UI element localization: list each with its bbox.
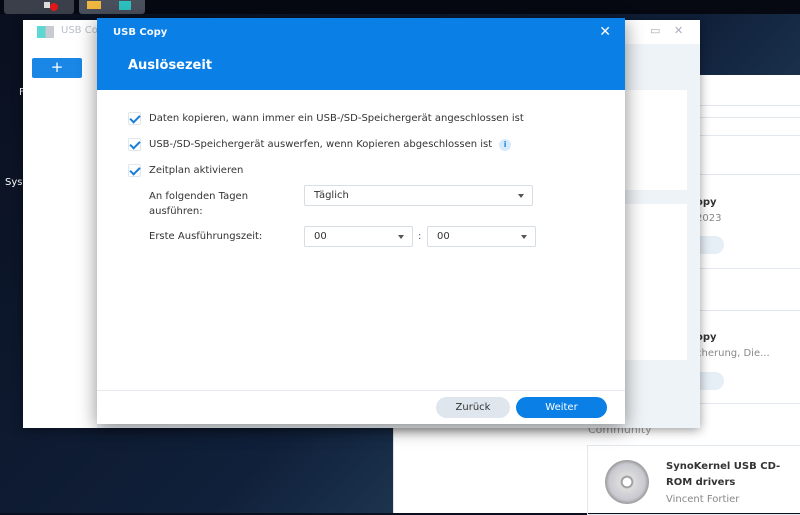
- package-author: Vincent Fortier: [666, 494, 740, 505]
- chevron-down-icon: [518, 194, 524, 198]
- maximize-icon[interactable]: ▭: [650, 24, 660, 37]
- community-package-card[interactable]: SynoKernel USB CD- ROM drivers Vincent F…: [587, 445, 800, 515]
- app-icon: [87, 1, 101, 9]
- option-copy-on-connect[interactable]: Daten kopieren, wann immer ein USB-/SD-S…: [128, 112, 524, 125]
- usb-copy-icon: [37, 26, 54, 38]
- select-value: 00: [437, 231, 450, 242]
- option-enable-schedule[interactable]: Zeitplan aktivieren: [128, 164, 243, 177]
- add-button[interactable]: +: [32, 58, 82, 78]
- back-button[interactable]: Zurück: [436, 397, 510, 418]
- cd-icon: [605, 460, 649, 504]
- footer-divider: [97, 390, 625, 391]
- days-label-line: An folgenden Tagen: [149, 191, 249, 202]
- desktop-label: Sys: [5, 177, 23, 188]
- checkbox[interactable]: [128, 164, 141, 177]
- package-title: SynoKernel USB CD-: [666, 461, 781, 472]
- select-value: Täglich: [314, 190, 349, 201]
- dialog-header: USB Copy ✕ Auslösezeit: [97, 18, 625, 90]
- option-label: Daten kopieren, wann immer ein USB-/SD-S…: [149, 113, 524, 124]
- taskbar: [0, 0, 800, 14]
- select-value: 00: [314, 231, 327, 242]
- time-separator: :: [418, 231, 422, 242]
- days-select[interactable]: Täglich: [304, 185, 533, 206]
- sidebar: [23, 44, 97, 428]
- next-button[interactable]: Weiter: [516, 397, 607, 418]
- chevron-down-icon: [398, 235, 404, 239]
- close-icon[interactable]: ✕: [599, 24, 611, 40]
- days-label-line: ausführen:: [149, 206, 203, 217]
- close-icon[interactable]: ✕: [674, 24, 683, 37]
- option-eject-after-copy[interactable]: USB-/SD-Speichergerät auswerfen, wenn Ko…: [128, 138, 512, 151]
- trigger-time-dialog: USB Copy ✕ Auslösezeit Daten kopieren, w…: [97, 18, 625, 424]
- time-label: Erste Ausführungszeit:: [149, 231, 263, 242]
- minute-select[interactable]: 00: [427, 226, 536, 247]
- dialog-app-name: USB Copy: [113, 27, 168, 38]
- option-label: USB-/SD-Speichergerät auswerfen, wenn Ko…: [149, 139, 493, 150]
- checkbox[interactable]: [128, 138, 141, 151]
- checkbox[interactable]: [128, 112, 141, 125]
- taskbar-app-button[interactable]: [4, 0, 74, 14]
- hour-select[interactable]: 00: [304, 226, 413, 247]
- package-title: ROM drivers: [666, 477, 736, 488]
- taskbar-app-button[interactable]: [79, 0, 145, 14]
- usb-copy-icon: [119, 1, 131, 10]
- record-icon: [50, 3, 58, 11]
- days-label: An folgenden Tagen ausführen:: [149, 189, 248, 219]
- package-subtitle: cherung, Die...: [696, 348, 770, 359]
- dialog-title: Auslösezeit: [128, 58, 213, 73]
- option-label: Zeitplan aktivieren: [149, 165, 244, 176]
- chevron-down-icon: [521, 235, 527, 239]
- info-icon[interactable]: i: [499, 138, 512, 151]
